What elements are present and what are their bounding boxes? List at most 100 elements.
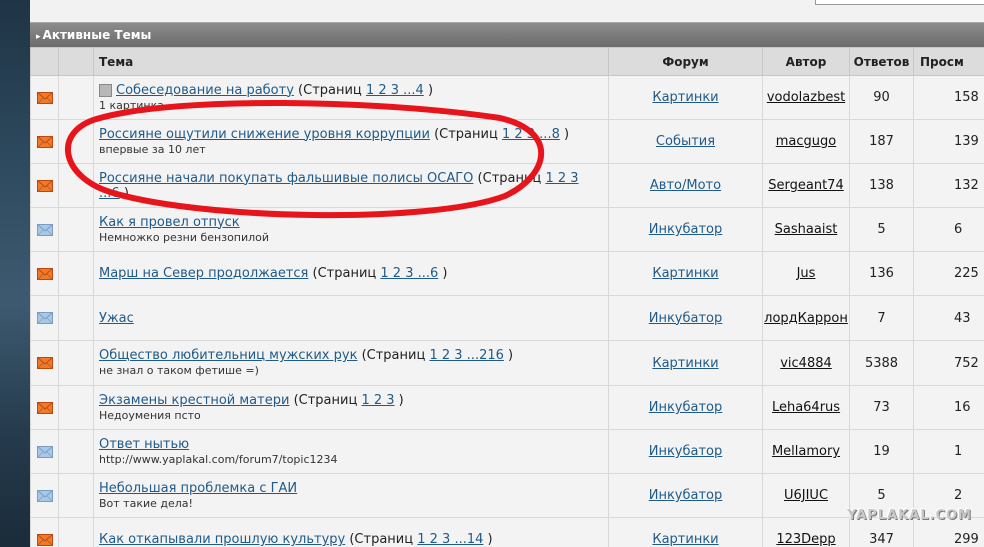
author-link[interactable]: Mellamory [772,444,840,459]
forum-link[interactable]: Картинки [652,356,718,371]
icon-cell [58,251,94,296]
page-links[interactable]: 1 2 3 ...14 [417,532,483,547]
forum-link[interactable]: Картинки [652,266,718,281]
status-cell [30,207,59,252]
topic-description: 1 картинка [99,98,164,112]
top-search-box[interactable] [815,0,984,5]
topic-link[interactable]: Как я провел отпуск [99,215,240,230]
table-row: Россияне ощутили снижение уровня коррупц… [30,119,984,164]
icon-cell [58,75,94,120]
author-link[interactable]: Leha64rus [772,400,840,415]
table-row: Россияне начали покупать фальшивые полис… [30,163,984,208]
page-links[interactable]: 1 2 3 [545,171,578,186]
pages-suffix: ) [123,185,129,201]
author-link[interactable]: Sashaaist [775,222,838,237]
envelope-icon [36,135,53,148]
forum-link[interactable]: Инкубатор [649,444,723,459]
topic-link[interactable]: Ответ нытью [99,437,189,452]
forum-link[interactable]: Инкубатор [649,311,723,326]
topic-description: Немножко резни бензопилой [99,230,270,244]
topic-link[interactable]: Ужас [99,311,134,326]
topic-link[interactable]: Общество любительниц мужских рук [99,348,357,363]
icon-cell [58,517,94,547]
forum-link[interactable]: События [656,134,715,149]
header-topic[interactable]: Тема [93,47,609,76]
topics-table: Тема Форум Автор Ответов Просм Собеседов… [30,47,984,547]
author-link[interactable]: vodolazbest [767,90,845,105]
pages-suffix: ) [427,82,434,98]
envelope-icon [36,223,53,236]
topic-link[interactable]: Россияне ощутили снижение уровня коррупц… [99,127,430,142]
replies-cell: 5 [849,207,914,252]
icon-cell [58,473,94,518]
author-cell: vic4884 [762,340,850,386]
page-links[interactable]: 1 2 3 ...6 [380,266,438,281]
pages-prefix: (Страниц [477,170,542,186]
topic-cell: Марш на Север продолжается (Страниц 1 2 … [93,251,609,296]
desktop-background [0,0,30,547]
forum-link[interactable]: Инкубатор [649,400,723,415]
icon-cell [58,340,94,386]
views-cell: 225 [913,251,984,296]
pages-suffix: ) [508,348,514,363]
topic-link[interactable]: Экзамены крестной матери [99,393,289,408]
header-author[interactable]: Автор [762,47,850,76]
status-cell [30,473,59,518]
status-cell [30,429,59,474]
icon-cell [58,163,94,208]
page-links[interactable]: 1 2 3 ...8 [502,127,560,142]
forum-cell: Картинки [608,340,763,386]
topic-cell: Экзамены крестной матери (Страниц 1 2 3 … [93,385,609,430]
topic-link[interactable]: Как откапывали прошлую культуру [99,532,345,547]
forum-cell: Картинки [608,517,763,547]
forum-cell: Инкубатор [608,473,763,518]
topic-link[interactable]: Марш на Север продолжается [99,266,308,281]
topic-cell: Россияне начали покупать фальшивые полис… [93,163,609,208]
topic-description: впервые за 10 лет [99,142,206,156]
topic-link[interactable]: Небольшая проблемка с ГАИ [99,481,297,496]
author-link[interactable]: Sergeant74 [768,178,843,193]
author-link[interactable]: vic4884 [780,356,832,371]
header-views[interactable]: Просм [913,47,984,76]
forum-link[interactable]: Картинки [652,90,718,105]
status-cell [30,119,59,164]
status-cell [30,340,59,386]
icon-cell [58,207,94,252]
topic-description: Вот такие дела! [99,496,193,510]
section-header: ▸ Активные Темы [30,22,984,47]
envelope-icon [36,357,53,369]
topic-link[interactable]: Россияне начали покупать фальшивые полис… [99,171,473,186]
author-cell: Sashaaist [762,207,850,252]
page-links[interactable]: 1 2 3 ...4 [366,83,424,98]
replies-cell: 187 [849,119,914,164]
replies-cell: 90 [849,75,914,120]
author-link[interactable]: macgugo [776,134,836,149]
forum-link[interactable]: Инкубатор [649,488,723,503]
views-cell: 6 [913,207,984,252]
forum-link[interactable]: Инкубатор [649,222,723,237]
author-link[interactable]: Jus [797,266,816,281]
author-link[interactable]: 123Depp [776,532,835,547]
topics-body: Собеседование на работу (Страниц 1 2 3 .… [30,75,984,547]
table-row: Экзамены крестной матери (Страниц 1 2 3 … [30,385,984,430]
forum-cell: Инкубатор [608,429,763,474]
table-row: Как я провел отпуск Немножко резни бензоп… [30,207,984,252]
page-links[interactable]: 1 2 3 ...216 [429,348,503,363]
forum-link[interactable]: Авто/Мото [650,178,721,193]
topic-link[interactable]: Собеседование на работу [116,83,294,98]
header-forum[interactable]: Форум [608,47,763,76]
envelope-icon [36,179,53,192]
forum-cell: Инкубатор [608,385,763,430]
topic-cell: Небольшая проблемка с ГАИ Вот такие дела! [93,473,609,518]
header-replies[interactable]: Ответов [849,47,914,76]
envelope-icon [36,489,53,502]
watermark: YAPLAKAL.COM [847,508,972,523]
author-link[interactable]: U6JIUC [784,488,828,503]
header-icon-col [30,47,59,76]
status-cell [30,385,59,430]
author-link[interactable]: лордКаррон [764,311,848,326]
table-row: Общество любительниц мужских рук (Страни… [30,340,984,386]
page-links[interactable]: 1 2 3 [361,393,394,408]
forum-link[interactable]: Картинки [652,532,718,547]
page-links-last[interactable]: ...6 [99,186,120,201]
